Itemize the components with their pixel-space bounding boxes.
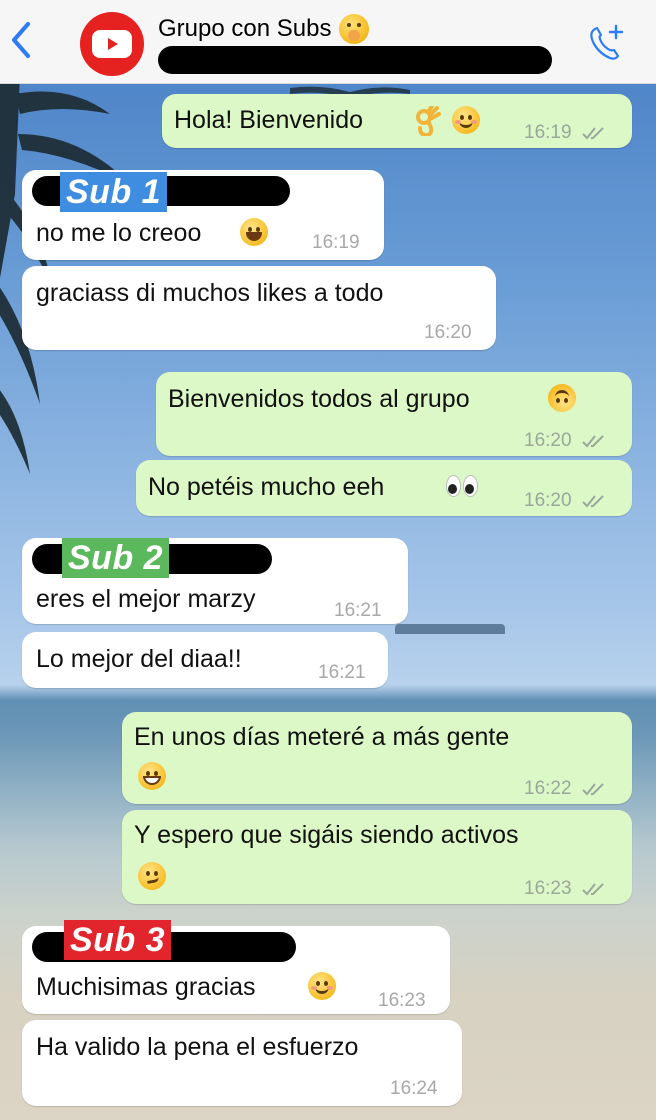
message-bubble-incoming[interactable]: Ha valido la pena el esfuerzo 16:24 bbox=[22, 1020, 462, 1106]
sender-tag: Sub 2 bbox=[62, 538, 170, 578]
upside-down-face-icon bbox=[548, 384, 576, 412]
message-bubble-incoming[interactable]: Sub 2 eres el mejor marzy 16:21 bbox=[22, 538, 408, 624]
blushing-face-icon bbox=[308, 972, 336, 1000]
message-time: 16:22 bbox=[524, 774, 607, 804]
message-time: 16:20 bbox=[524, 426, 607, 456]
chevron-left-icon bbox=[12, 22, 30, 58]
message-time: 16:23 bbox=[524, 874, 607, 904]
message-text: no me lo creoo bbox=[36, 219, 202, 247]
message-bubble-outgoing[interactable]: Y espero que sigáis siendo activos 16:23 bbox=[122, 810, 632, 904]
message-time: 16:20 bbox=[524, 486, 607, 516]
back-button[interactable] bbox=[8, 20, 38, 64]
sender-tag: Sub 3 bbox=[64, 920, 172, 960]
message-bubble-incoming[interactable]: Lo mejor del diaa!! 16:21 bbox=[22, 632, 388, 688]
smirking-face-icon bbox=[138, 862, 166, 890]
message-text: Ha valido la pena el esfuerzo bbox=[36, 1033, 359, 1061]
group-title-text: Grupo con Subs bbox=[158, 15, 332, 42]
message-time: 16:23 bbox=[378, 990, 426, 1011]
message-time: 16:24 bbox=[390, 1078, 438, 1099]
double-check-icon bbox=[582, 127, 604, 140]
message-time: 16:21 bbox=[318, 662, 366, 683]
message-bubble-incoming[interactable]: Sub 3 Muchisimas gracias 16:23 bbox=[22, 920, 450, 1014]
grinning-face-icon bbox=[138, 762, 166, 790]
message-text: No petéis mucho eeh bbox=[148, 473, 385, 501]
eyes-icon bbox=[446, 474, 480, 504]
double-check-icon bbox=[582, 495, 604, 508]
message-text: Muchisimas gracias bbox=[36, 973, 256, 1001]
message-bubble-outgoing[interactable]: En unos días meteré a más gente 16:22 bbox=[122, 712, 632, 804]
message-text: Bienvenidos todos al grupo bbox=[168, 385, 470, 413]
ok-hand-icon bbox=[414, 104, 442, 143]
message-bubble-incoming[interactable]: Sub 1 no me lo creoo 16:19 bbox=[22, 170, 384, 260]
group-title[interactable]: Grupo con Subs bbox=[158, 14, 370, 44]
message-text: Y espero que sigáis siendo activos bbox=[134, 821, 519, 849]
message-bubble-outgoing[interactable]: No petéis mucho eeh 16:20 bbox=[136, 460, 632, 516]
chat-header: Grupo con Subs bbox=[0, 0, 656, 84]
message-text: En unos días meteré a más gente bbox=[134, 723, 510, 751]
message-bubble-outgoing[interactable]: Bienvenidos todos al grupo 16:20 bbox=[156, 372, 632, 456]
message-time: 16:20 bbox=[424, 322, 472, 343]
add-call-icon bbox=[590, 24, 624, 60]
laughing-face-icon bbox=[240, 218, 268, 246]
add-call-button[interactable] bbox=[584, 20, 630, 66]
message-text: Hola! Bienvenido bbox=[174, 106, 364, 134]
message-bubble-outgoing[interactable]: Hola! Bienvenido 16:19 bbox=[162, 94, 632, 148]
message-time: 16:19 bbox=[524, 118, 607, 148]
youtube-logo-icon bbox=[92, 30, 132, 58]
message-time: 16:21 bbox=[334, 600, 382, 621]
shushing-face-icon bbox=[339, 14, 370, 44]
distant-island bbox=[395, 624, 505, 634]
message-text: graciass di muchos likes a todo bbox=[36, 279, 384, 307]
message-text: eres el mejor marzy bbox=[36, 585, 256, 613]
message-text: Lo mejor del diaa!! bbox=[36, 645, 242, 673]
redacted-members bbox=[158, 46, 552, 74]
double-check-icon bbox=[582, 435, 604, 448]
group-avatar[interactable] bbox=[80, 12, 144, 76]
sender-tag: Sub 1 bbox=[60, 172, 168, 212]
smiling-face-icon bbox=[452, 106, 480, 134]
double-check-icon bbox=[582, 883, 604, 896]
double-check-icon bbox=[582, 783, 604, 796]
message-bubble-incoming[interactable]: graciass di muchos likes a todo 16:20 bbox=[22, 266, 496, 350]
message-time: 16:19 bbox=[312, 232, 360, 253]
